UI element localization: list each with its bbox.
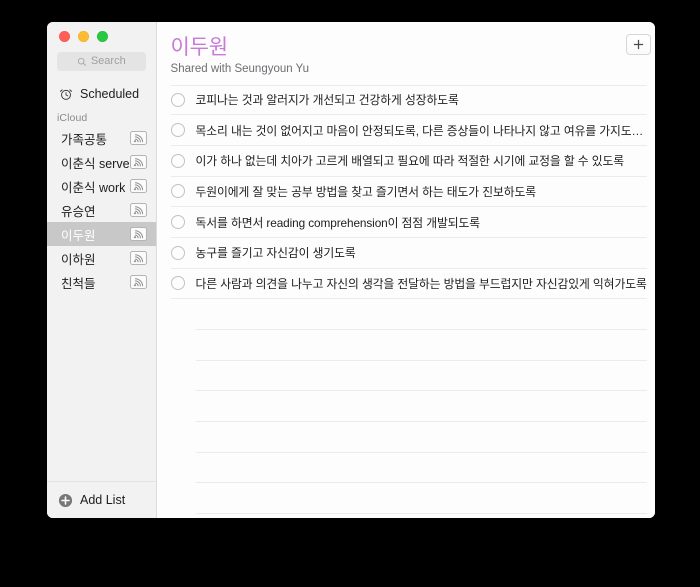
zoom-button[interactable] bbox=[97, 31, 108, 42]
shared-with-label: Shared with Seungyoun Yu bbox=[170, 62, 310, 75]
sidebar-item-list-3[interactable]: 유승연 bbox=[47, 198, 156, 222]
sidebar-item-list-5[interactable]: 이하원 bbox=[47, 246, 156, 270]
sidebar-item-label: 친척들 bbox=[61, 276, 96, 291]
reminder-row[interactable]: 농구를 즐기고 자신감이 생기도록 bbox=[170, 238, 647, 269]
reminder-text: 두원이에게 잘 맞는 공부 방법을 찾고 즐기면서 하는 태도가 진보하도록 bbox=[195, 184, 536, 199]
page-title: 이두원 bbox=[170, 36, 229, 59]
main-content: 이두원 Shared with Seungyoun Yu 코피나는 것과 알러지… bbox=[156, 22, 655, 518]
reminder-checkbox[interactable] bbox=[170, 245, 185, 260]
empty-reminder-row[interactable] bbox=[195, 391, 647, 423]
sidebar-item-list-1[interactable]: 이춘식 serve bbox=[47, 150, 156, 174]
list-header: 이두원 Shared with Seungyoun Yu bbox=[165, 22, 651, 75]
alarm-clock-icon bbox=[59, 88, 73, 100]
sidebar-item-label: 이춘식 work bbox=[61, 180, 126, 195]
reminder-checkbox[interactable] bbox=[170, 123, 185, 138]
reminder-checkbox[interactable] bbox=[170, 92, 185, 107]
reminder-checkbox[interactable] bbox=[170, 215, 185, 230]
sidebar-item-label: 이하원 bbox=[61, 252, 96, 267]
sidebar-list-group: 가족공통 이춘식 serve 이춘식 work 유승연 이두원 이하원 친척들 bbox=[47, 126, 156, 294]
reminder-row[interactable]: 두원이에게 잘 맞는 공부 방법을 찾고 즐기면서 하는 태도가 진보하도록 bbox=[170, 177, 647, 208]
sidebar-item-label: Scheduled bbox=[80, 86, 140, 101]
reminder-text: 코피나는 것과 알러지가 개선되고 건강하게 성장하도록 bbox=[195, 93, 459, 108]
sidebar-item-list-4[interactable]: 이두원 bbox=[47, 222, 156, 246]
sidebar-group-header: iCloud bbox=[57, 112, 88, 124]
sidebar-item-label: 유승연 bbox=[61, 204, 96, 219]
reminder-checkbox[interactable] bbox=[170, 184, 185, 199]
search-placeholder: Search bbox=[90, 55, 126, 67]
smart-list-section: Scheduled bbox=[47, 82, 156, 105]
add-reminder-button[interactable] bbox=[625, 34, 651, 55]
shared-list-icon bbox=[129, 131, 147, 145]
reminder-row[interactable]: 코피나는 것과 알러지가 개선되고 건강하게 성장하도록 bbox=[170, 84, 647, 116]
reminder-checkbox[interactable] bbox=[170, 276, 185, 291]
sidebar-item-scheduled[interactable]: Scheduled bbox=[47, 82, 156, 105]
shared-list-icon bbox=[129, 155, 147, 169]
window-traffic-lights bbox=[47, 22, 156, 48]
sidebar: Search Scheduled iCloud 가족공통 이춘식 serve 이… bbox=[47, 22, 157, 518]
reminders-window: Search Scheduled iCloud 가족공통 이춘식 serve 이… bbox=[47, 22, 655, 518]
plus-circle-icon bbox=[58, 493, 73, 507]
empty-reminder-row[interactable] bbox=[195, 453, 647, 484]
shared-list-icon bbox=[129, 227, 147, 241]
reminder-row[interactable]: 이가 하나 없는데 치아가 고르게 배열되고 필요에 따라 적절한 시기에 교정… bbox=[170, 146, 647, 177]
shared-list-icon bbox=[129, 179, 147, 193]
shared-list-icon bbox=[129, 275, 147, 289]
empty-reminder-row[interactable] bbox=[195, 330, 647, 361]
shared-list-icon bbox=[129, 251, 147, 265]
reminder-row[interactable]: 독서를 하면서 reading comprehension이 점점 개발되도록 bbox=[170, 207, 647, 238]
search-input[interactable]: Search bbox=[57, 52, 146, 71]
minimize-button[interactable] bbox=[78, 31, 89, 42]
reminder-checkbox[interactable] bbox=[170, 153, 185, 168]
empty-reminder-row[interactable] bbox=[195, 361, 647, 392]
shared-list-icon bbox=[129, 203, 147, 217]
sidebar-item-list-6[interactable]: 친척들 bbox=[47, 270, 156, 294]
empty-reminder-row[interactable] bbox=[195, 422, 647, 453]
empty-reminder-row[interactable] bbox=[195, 483, 647, 515]
reminder-row[interactable]: 목소리 내는 것이 없어지고 마음이 안정되도록, 다른 증상들이 나타나지 않… bbox=[170, 115, 647, 146]
reminder-text: 목소리 내는 것이 없어지고 마음이 안정되도록, 다른 증상들이 나타나지 않… bbox=[195, 123, 644, 138]
add-list-label: Add List bbox=[80, 493, 126, 507]
search-icon bbox=[77, 57, 86, 66]
sidebar-item-label: 이춘식 serve bbox=[61, 156, 130, 171]
reminder-row[interactable]: 다른 사람과 의견을 나누고 자신의 생각을 전달하는 방법을 부드럽지만 자신… bbox=[170, 269, 647, 300]
search-container: Search bbox=[47, 48, 156, 71]
plus-icon bbox=[633, 39, 643, 50]
reminder-text: 농구를 즐기고 자신감이 생기도록 bbox=[195, 246, 356, 261]
empty-reminder-row[interactable] bbox=[195, 299, 647, 331]
sidebar-item-list-2[interactable]: 이춘식 work bbox=[47, 174, 156, 198]
reminder-text: 이가 하나 없는데 치아가 고르게 배열되고 필요에 따라 적절한 시기에 교정… bbox=[195, 154, 624, 169]
sidebar-item-list-0[interactable]: 가족공통 bbox=[47, 126, 156, 150]
reminder-text: 독서를 하면서 reading comprehension이 점점 개발되도록 bbox=[195, 215, 480, 230]
close-button[interactable] bbox=[59, 31, 70, 42]
sidebar-item-label: 가족공통 bbox=[61, 132, 108, 147]
add-list-button[interactable]: Add List bbox=[47, 481, 156, 518]
reminder-list: 코피나는 것과 알러지가 개선되고 건강하게 성장하도록 목소리 내는 것이 없… bbox=[165, 84, 647, 515]
reminder-text: 다른 사람과 의견을 나누고 자신의 생각을 전달하는 방법을 부드럽지만 자신… bbox=[195, 276, 647, 291]
sidebar-item-label: 이두원 bbox=[61, 228, 96, 243]
